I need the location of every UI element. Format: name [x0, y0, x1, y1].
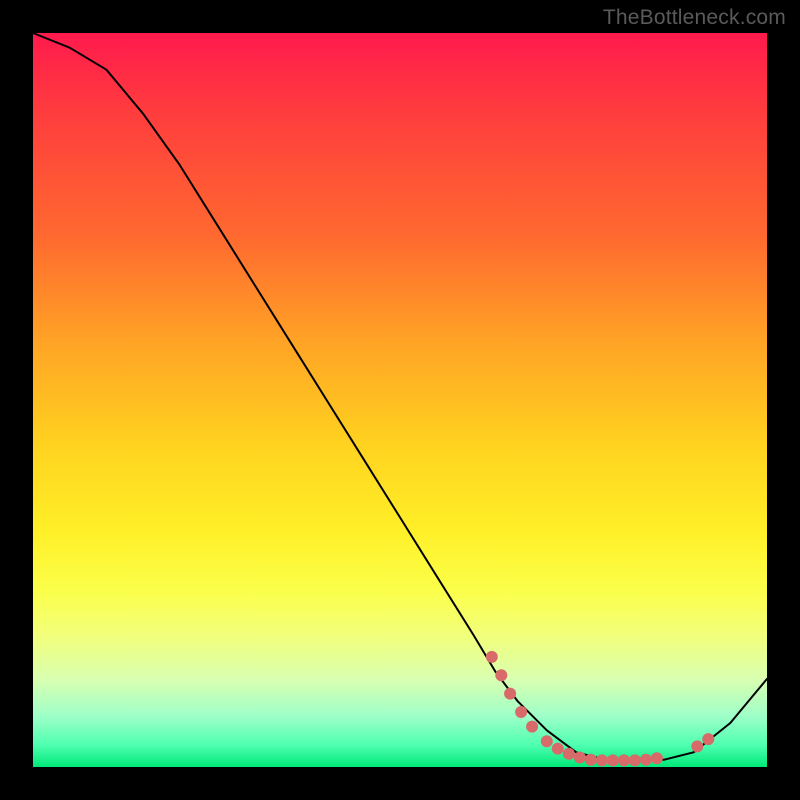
data-marker: [691, 740, 703, 752]
data-marker: [596, 754, 608, 766]
watermark-text: TheBottleneck.com: [603, 6, 786, 30]
data-marker: [702, 733, 714, 745]
curve-path: [33, 33, 767, 760]
data-marker: [607, 754, 619, 766]
data-marker: [486, 651, 498, 663]
data-marker: [504, 688, 516, 700]
plot-area: [33, 33, 767, 767]
data-marker: [495, 669, 507, 681]
data-marker: [618, 754, 630, 766]
data-marker: [585, 754, 597, 766]
curve-markers: [486, 651, 715, 767]
curve-line: [33, 33, 767, 760]
data-marker: [629, 754, 641, 766]
chart-frame: TheBottleneck.com: [0, 0, 800, 800]
data-marker: [515, 706, 527, 718]
data-marker: [552, 743, 564, 755]
data-marker: [574, 752, 586, 764]
data-marker: [640, 754, 652, 766]
data-marker: [526, 721, 538, 733]
data-marker: [651, 752, 663, 764]
chart-svg: [33, 33, 767, 767]
data-marker: [541, 735, 553, 747]
data-marker: [563, 748, 575, 760]
